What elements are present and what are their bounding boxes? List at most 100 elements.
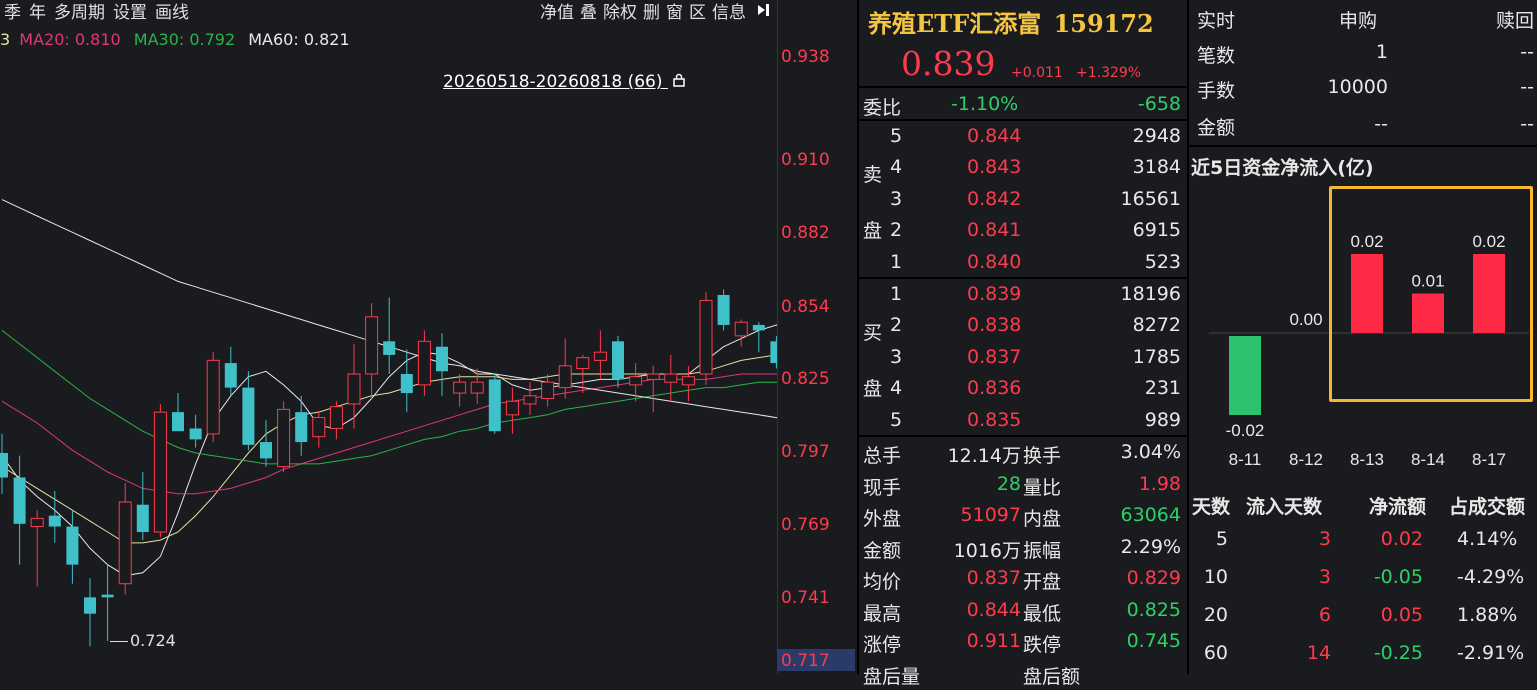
candle[interactable] [277, 401, 291, 473]
candle[interactable] [505, 387, 519, 434]
candle[interactable] [0, 433, 8, 494]
stat-label: 开盘 [1023, 571, 1062, 593]
bid-row[interactable]: 3 0.837 1785 [859, 342, 1187, 374]
range-text: 20260518-20260818 (66) [443, 72, 663, 92]
flow-net: -0.05 [1373, 566, 1423, 588]
y-axis-separator [777, 0, 778, 674]
candle[interactable] [30, 510, 44, 587]
bid-row[interactable]: 4 0.836 231 [859, 373, 1187, 405]
candle[interactable] [84, 578, 96, 647]
order-ratio-pct: -1.10% [951, 93, 1019, 115]
stat-label: 均价 [863, 571, 902, 593]
stats-row: 最高 0.844 最低 0.825 [859, 595, 1187, 627]
candle[interactable] [347, 344, 361, 429]
flow-table-header: 占成交额 [1449, 496, 1526, 518]
ask-row[interactable]: 4 0.843 3184 [859, 152, 1187, 184]
candle[interactable] [453, 373, 467, 407]
quote-panel: 养殖ETF汇添富 159172 0.839 +0.011 +1.329% 委比 … [859, 0, 1187, 688]
range-selection-label[interactable]: 20260518-20260818 (66) [443, 72, 686, 92]
flow-bar[interactable] [1229, 336, 1261, 415]
stat-label: 换手 [1023, 445, 1062, 467]
candle[interactable] [136, 472, 149, 541]
candle[interactable] [717, 289, 730, 331]
candle[interactable] [752, 322, 765, 353]
candle[interactable] [260, 420, 272, 467]
candle[interactable] [699, 292, 713, 385]
stat-label: 量比 [1023, 477, 1062, 499]
y-tick: 0.854 [781, 297, 830, 317]
candle[interactable] [558, 338, 572, 399]
candle[interactable] [66, 510, 79, 584]
stats-row: 涨停 0.911 跌停 0.745 [859, 626, 1187, 658]
candle[interactable] [224, 346, 237, 396]
ask-row[interactable]: 2 0.841 6915 [859, 215, 1187, 247]
flow-table-header: 天数 [1192, 496, 1231, 518]
candle[interactable] [101, 564, 114, 641]
bid-row[interactable]: 1 0.839 18196 [859, 279, 1187, 311]
candle[interactable] [646, 365, 660, 413]
ask-row[interactable]: 5 0.844 2948 [859, 121, 1187, 153]
price-change-pct: +1.329% [1076, 65, 1142, 81]
candle[interactable] [153, 403, 167, 538]
kline-chart-panel[interactable]: 季 年 多周期 设置 画线 净值 叠 除权 删 窗 区 信息 3 MA20: 0… [0, 0, 857, 674]
candle[interactable] [118, 482, 132, 595]
stat-label: 金额 [863, 540, 902, 562]
ask-volume: 2948 [1132, 125, 1181, 147]
flow-net: -0.25 [1373, 642, 1423, 664]
stats-row: 均价 0.837 开盘 0.829 [859, 563, 1187, 595]
stats-row: 金额 1016万 振幅 2.29% [859, 532, 1187, 564]
fund-flow-panel: 实时 申购 赎回 笔数 1 -- 手数 10000 -- 金额 -- -- 近5… [1189, 0, 1537, 674]
candle[interactable] [312, 412, 326, 448]
candle[interactable] [242, 371, 255, 451]
candle[interactable] [417, 330, 431, 396]
candle[interactable] [172, 393, 184, 432]
candle[interactable] [365, 303, 379, 399]
ask-volume: 6915 [1132, 219, 1181, 241]
candle[interactable] [206, 352, 220, 443]
ask-row[interactable]: 1 0.840 523 [859, 247, 1187, 279]
candle[interactable] [523, 382, 537, 415]
sub-row-subscribe: -- [1374, 113, 1388, 135]
flow-date-label: 8-12 [1289, 450, 1323, 469]
bid-volume: 1785 [1132, 346, 1181, 368]
candle[interactable] [770, 335, 777, 369]
bid-level: 4 [890, 377, 903, 399]
sub-row-redeem: -- [1520, 113, 1534, 135]
flow-date-label: 8-13 [1350, 450, 1384, 469]
flow-date-label: 8-17 [1472, 450, 1506, 469]
stat-value: 28 [996, 473, 1021, 495]
stat-label: 最高 [863, 603, 902, 625]
y-tick: 0.910 [781, 150, 830, 170]
stat-value: 2.29% [1120, 536, 1181, 558]
candle[interactable] [436, 333, 448, 396]
ask-level: 2 [890, 219, 903, 241]
bid-row[interactable]: 5 0.835 989 [859, 405, 1187, 437]
bid-price: 0.837 [967, 346, 1022, 368]
stat-label: 盘后额 [1023, 666, 1081, 688]
candle[interactable] [383, 297, 396, 374]
candle[interactable] [48, 491, 61, 543]
candle[interactable] [189, 414, 202, 448]
stat-label: 最低 [1023, 603, 1062, 625]
period-low-label: 0.724 [110, 631, 176, 650]
sub-header-redeem: 赎回 [1495, 10, 1534, 32]
candle[interactable] [593, 330, 607, 380]
ask-volume: 523 [1144, 251, 1181, 273]
kline-plot[interactable] [0, 0, 777, 674]
candle[interactable] [734, 319, 748, 347]
candle[interactable] [329, 401, 343, 440]
candle[interactable] [488, 373, 501, 434]
candle[interactable] [295, 395, 308, 456]
flow-in-days: 3 [1318, 528, 1331, 550]
bid-level: 2 [890, 314, 903, 336]
flow-in-days: 6 [1318, 604, 1331, 626]
bid-row[interactable]: 2 0.838 8272 [859, 310, 1187, 342]
ask-row[interactable]: 3 0.842 16561 [859, 184, 1187, 216]
lock-icon[interactable] [672, 72, 686, 92]
candle[interactable] [541, 373, 555, 407]
candle[interactable] [13, 455, 26, 565]
ask-price: 0.844 [967, 125, 1022, 147]
flow-days: 20 [1203, 604, 1228, 626]
flow-days: 60 [1203, 642, 1228, 664]
candle[interactable] [664, 354, 678, 402]
